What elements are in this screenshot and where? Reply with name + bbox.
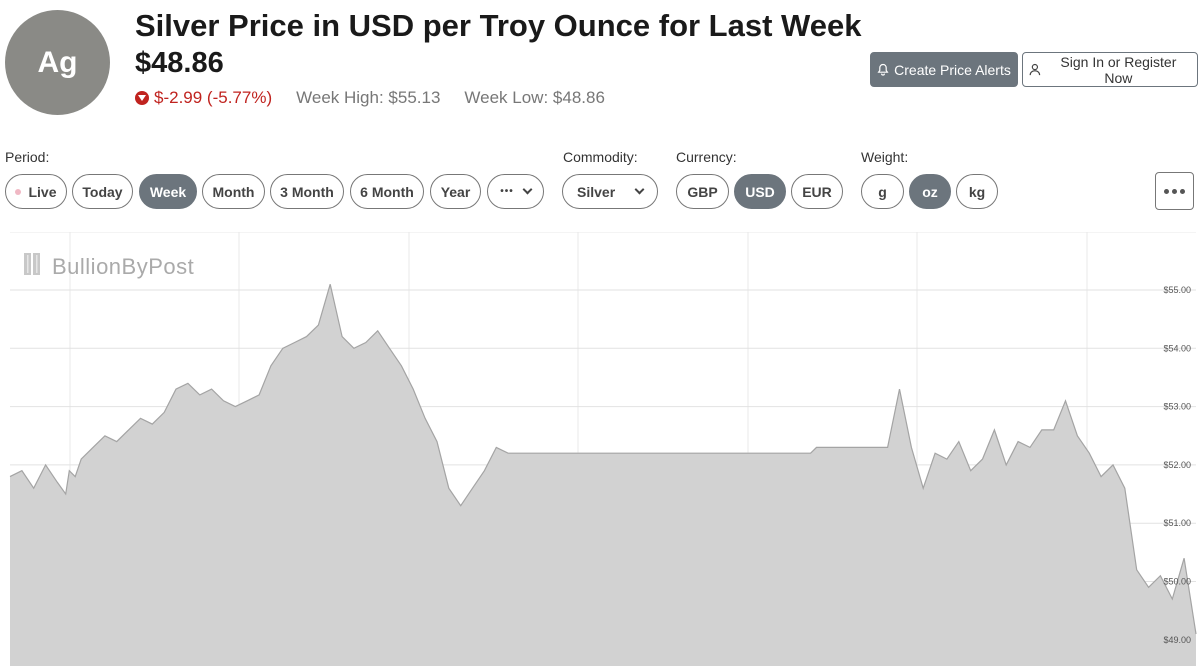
weight-kg-label: kg xyxy=(968,183,986,200)
week-high: Week High: $55.13 xyxy=(296,88,441,107)
period-year-button[interactable]: Year xyxy=(430,174,481,209)
period-month-button[interactable]: Month xyxy=(202,174,265,209)
y-axis-tick-label: $50.00 xyxy=(1163,577,1191,587)
price-change: $-2.99 (-5.77%) xyxy=(135,88,272,108)
y-axis-tick-label: $53.00 xyxy=(1163,402,1191,412)
commodity-label: Commodity: xyxy=(563,149,638,165)
y-axis-tick-label: $49.00 xyxy=(1163,635,1191,645)
weight-g-label: g xyxy=(878,183,887,200)
price-stats: $-2.99 (-5.77%) Week High: $55.13 Week L… xyxy=(135,88,605,108)
currency-usd-label: USD xyxy=(745,183,775,200)
currency-label: Currency: xyxy=(676,149,737,165)
price-chart-svg[interactable]: BullionByPost $55.00 $54.00 $53.00 $52.00 $5… xyxy=(0,232,1200,666)
period-3-month-label: 3 Month xyxy=(280,183,334,200)
down-arrow-icon xyxy=(135,91,149,105)
create-price-alerts-button[interactable]: Create Price Alerts xyxy=(870,52,1018,87)
chevron-down-icon xyxy=(522,184,533,195)
period-year-label: Year xyxy=(440,183,471,200)
currency-usd-button[interactable]: USD xyxy=(734,174,786,209)
commodity-select[interactable]: Silver xyxy=(562,174,658,209)
chevron-down-icon xyxy=(634,184,645,195)
price-chart[interactable]: BullionByPost $55.00 $54.00 $53.00 $52.00 $5… xyxy=(0,232,1200,666)
period-today-label: Today xyxy=(82,183,123,200)
y-axis-tick-label: $51.00 xyxy=(1163,518,1191,528)
commodity-value: Silver xyxy=(577,183,616,200)
sign-in-label: Sign In or Register Now xyxy=(1060,53,1177,86)
price-change-value: $-2.99 (-5.77%) xyxy=(154,88,273,107)
ellipsis-icon: ••• xyxy=(500,186,514,197)
period-month-label: Month xyxy=(212,183,255,200)
period-label: Period: xyxy=(5,149,50,165)
weight-kg-button[interactable]: kg xyxy=(956,174,998,209)
more-options-button[interactable] xyxy=(1155,172,1194,210)
week-low: Week Low: $48.86 xyxy=(464,88,605,107)
current-price: $48.86 xyxy=(135,47,224,79)
currency-eur-button[interactable]: EUR xyxy=(791,174,843,209)
period-live-button[interactable]: Live xyxy=(5,174,67,209)
page-title: Silver Price in USD per Troy Ounce for L… xyxy=(135,8,862,43)
sign-in-button[interactable]: Sign In or Register Now xyxy=(1022,52,1198,87)
period-3-month-button[interactable]: 3 Month xyxy=(270,174,344,209)
period-week-label: Week xyxy=(149,183,187,200)
more-dot-icon xyxy=(1164,188,1169,194)
y-axis-tick-label: $52.00 xyxy=(1163,460,1191,470)
currency-gbp-button[interactable]: GBP xyxy=(676,174,729,209)
weight-g-button[interactable]: g xyxy=(861,174,904,209)
period-week-button[interactable]: Week xyxy=(139,174,197,209)
bullionbypost-logo: BullionByPost xyxy=(24,253,194,279)
weight-oz-button[interactable]: oz xyxy=(909,174,951,209)
user-icon xyxy=(1029,63,1041,76)
weight-oz-label: oz xyxy=(922,183,938,200)
currency-gbp-label: GBP xyxy=(687,183,718,200)
period-today-button[interactable]: Today xyxy=(72,174,133,209)
create-price-alerts-label: Create Price Alerts xyxy=(894,61,1011,78)
y-axis-tick-label: $55.00 xyxy=(1163,285,1191,295)
y-axis-tick-label: $54.00 xyxy=(1163,343,1191,353)
period-more-dropdown[interactable]: ••• xyxy=(487,174,544,209)
silver-symbol-avatar: Ag xyxy=(5,10,110,115)
price-area xyxy=(10,284,1196,666)
currency-eur-label: EUR xyxy=(802,183,832,200)
period-6-month-button[interactable]: 6 Month xyxy=(350,174,424,209)
bell-icon xyxy=(877,63,889,76)
watermark-text: BullionByPost xyxy=(52,254,194,279)
live-dot-icon xyxy=(15,188,22,195)
period-6-month-label: 6 Month xyxy=(360,183,414,200)
period-live-label: Live xyxy=(28,183,57,200)
more-dot-icon xyxy=(1172,188,1177,194)
weight-label: Weight: xyxy=(861,149,909,165)
more-dot-icon xyxy=(1180,188,1185,194)
